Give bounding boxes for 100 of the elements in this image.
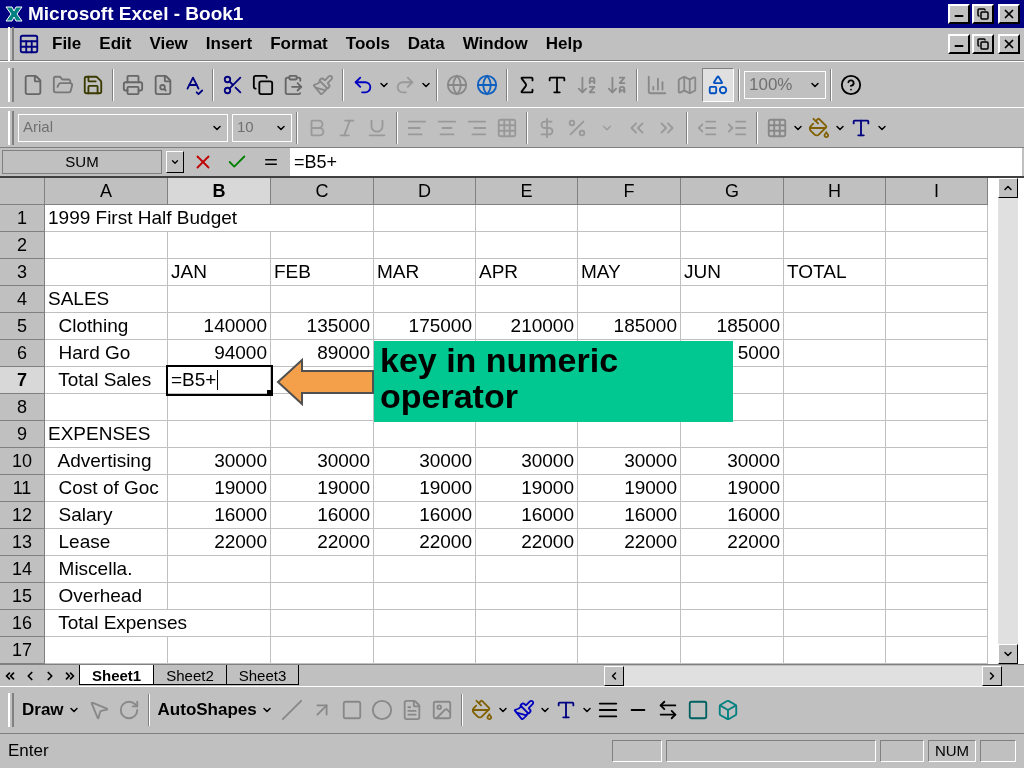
row-header[interactable]: 10 [0, 448, 45, 475]
table-cell: 30000 [681, 448, 784, 475]
horizontal-scrollbar[interactable] [604, 665, 1002, 686]
menu-item[interactable]: Edit [99, 31, 132, 57]
callout-box: key in numeric operator [374, 341, 733, 422]
menu-item[interactable]: View [149, 31, 188, 57]
sheet-tab[interactable]: Sheet3 [225, 665, 300, 685]
table-cell: Lease [45, 529, 168, 556]
menu-item[interactable]: Window [462, 31, 528, 57]
minimize-button[interactable] [948, 4, 970, 24]
scroll-down-button[interactable] [998, 644, 1018, 664]
status-panel [980, 740, 1016, 762]
column-header[interactable]: D [374, 178, 476, 205]
workbook-icon[interactable] [18, 33, 40, 55]
table-cell: Overhead [45, 583, 168, 610]
shapes-icon [707, 73, 729, 96]
table-cell: 30000 [374, 448, 476, 475]
row-header[interactable]: 17 [0, 637, 45, 664]
caret-icon [170, 157, 180, 167]
row-header[interactable]: 16 [0, 610, 45, 637]
row-header[interactable]: 8 [0, 394, 45, 421]
restore-button[interactable] [972, 4, 994, 24]
select-all-corner[interactable] [0, 178, 45, 205]
window-title: Microsoft Excel - Book1 [28, 1, 245, 26]
table-cell: 30000 [476, 448, 578, 475]
drawing-toggle-button[interactable] [702, 67, 734, 102]
column-header[interactable]: I [886, 178, 988, 205]
draw-menu-button[interactable]: Draw [18, 697, 84, 723]
minimize-button[interactable] [948, 34, 970, 54]
column-header[interactable]: B [168, 178, 271, 205]
table-cell: MAY [578, 259, 681, 286]
row-header[interactable]: 3 [0, 259, 45, 286]
row-header[interactable]: 9 [0, 421, 45, 448]
table-cell: JAN [168, 259, 271, 286]
table-cell: Total Expenses [45, 610, 271, 637]
name-box-dropdown[interactable] [166, 151, 184, 173]
column-header[interactable]: G [681, 178, 784, 205]
close-button[interactable] [998, 4, 1020, 24]
num-lock-indicator: NUM [928, 740, 976, 762]
toolbar-grip[interactable] [8, 27, 14, 61]
table-cell: 22000 [271, 529, 374, 556]
sheet-tab[interactable]: Sheet1 [79, 665, 155, 685]
name-box[interactable]: SUM [2, 150, 162, 174]
status-panel [880, 740, 924, 762]
row-header[interactable]: 14 [0, 556, 45, 583]
row-header[interactable]: 13 [0, 529, 45, 556]
column-header[interactable]: F [578, 178, 681, 205]
menu-item[interactable]: Format [270, 31, 328, 57]
restore-icon [977, 8, 989, 20]
row-header[interactable]: 6 [0, 340, 45, 367]
table-cell: FEB [271, 259, 374, 286]
table-cell: 210000 [476, 313, 578, 340]
table-cell: 30000 [271, 448, 374, 475]
active-cell[interactable]: =B5+ [168, 367, 271, 394]
table-cell: Total Sales [45, 367, 168, 394]
menu-item[interactable]: Help [545, 31, 583, 57]
row-header[interactable]: 12 [0, 502, 45, 529]
scroll-left-button[interactable] [604, 665, 624, 686]
table-cell: 22000 [681, 529, 784, 556]
fill-handle[interactable] [267, 390, 273, 396]
table-cell: 22000 [168, 529, 271, 556]
column-header[interactable]: A [45, 178, 168, 205]
column-header[interactable]: C [271, 178, 374, 205]
menu-item[interactable]: Insert [205, 31, 253, 57]
table-cell: 1999 First Half Budget [45, 205, 374, 232]
row-header[interactable]: 5 [0, 313, 45, 340]
scroll-right-button[interactable] [982, 665, 1002, 686]
formula-field[interactable]: =B5+ [290, 148, 1022, 176]
restore-button[interactable] [972, 34, 994, 54]
row-header[interactable]: 1 [0, 205, 45, 232]
row-header[interactable]: 4 [0, 286, 45, 313]
menu-item[interactable]: Tools [345, 31, 390, 57]
menu-item[interactable]: Data [407, 31, 445, 57]
table-cell: 185000 [578, 313, 681, 340]
row-header[interactable]: 2 [0, 232, 45, 259]
vertical-scrollbar[interactable] [998, 178, 1018, 664]
scroll-up-button[interactable] [998, 178, 1018, 198]
table-cell: Hard Go [45, 340, 168, 367]
table-cell: 185000 [681, 313, 784, 340]
row-header[interactable]: 15 [0, 583, 45, 610]
table-cell: 140000 [168, 313, 271, 340]
toolbar-grip[interactable] [8, 693, 14, 727]
close-button[interactable] [998, 34, 1020, 54]
table-cell: 19000 [271, 475, 374, 502]
table-cell: TOTAL [784, 259, 886, 286]
table-cell: 19000 [681, 475, 784, 502]
close-icon [1002, 37, 1016, 51]
column-header[interactable]: E [476, 178, 578, 205]
toolbar-grip[interactable] [8, 67, 14, 102]
menu-item[interactable]: File [52, 31, 82, 57]
row-header[interactable]: 7 [0, 367, 45, 394]
column-header[interactable]: H [784, 178, 886, 205]
table-cell: 19000 [168, 475, 271, 502]
table-cell: 16000 [578, 502, 681, 529]
restore-icon [977, 38, 989, 50]
table-cell: 30000 [578, 448, 681, 475]
toolbar-grip[interactable] [8, 110, 14, 145]
row-header[interactable]: 11 [0, 475, 45, 502]
autoshapes-menu-button[interactable]: AutoShapes [153, 697, 277, 723]
table-cell: SALES [45, 286, 168, 313]
